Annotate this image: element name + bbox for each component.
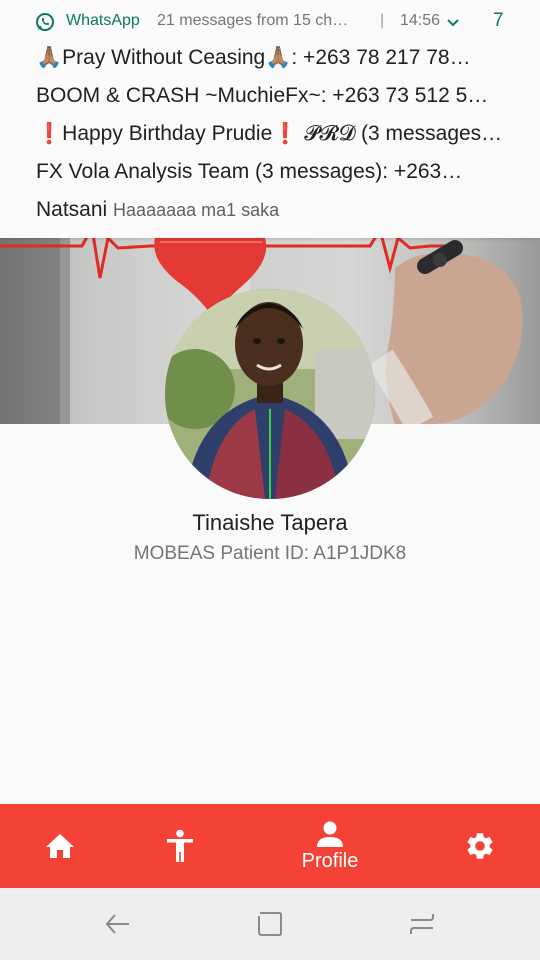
notification-message: 🙏🏽Pray Without Ceasing🙏🏽: +263 78 217 78… xyxy=(36,46,471,69)
nav-home[interactable] xyxy=(20,804,100,888)
nav-accessibility[interactable] xyxy=(140,804,220,888)
profile-photo xyxy=(165,289,375,499)
exclamation-icon: ❗ xyxy=(36,122,63,145)
message-body: Haaaaaaa ma1 saka xyxy=(113,200,280,220)
app-screen: WhatsApp 21 messages from 15 ch… | 14:56… xyxy=(0,0,540,960)
profile-avatar[interactable] xyxy=(165,289,375,499)
bottom-navigation: Profile xyxy=(0,804,540,888)
chevron-down-icon[interactable] xyxy=(446,16,460,30)
notification-header: WhatsApp 21 messages from 15 ch… | 14:56… xyxy=(36,10,510,34)
notification-message: BOOM & CRASH ~MuchieFx~: +263 73 512 5… xyxy=(36,84,489,107)
system-navigation-bar xyxy=(0,888,540,960)
accessibility-icon xyxy=(167,829,193,862)
recent-apps-icon[interactable] xyxy=(406,908,438,940)
message-text: Happy Birthday Prudie xyxy=(62,122,273,145)
notification-message: FX Vola Analysis Team (3 messages): +263… xyxy=(36,160,463,183)
notification-time: 14:56 xyxy=(400,12,441,29)
person-icon xyxy=(317,821,343,847)
home-icon xyxy=(46,834,74,858)
nav-profile-label: Profile xyxy=(301,849,359,872)
exclamation-icon: ❗ xyxy=(272,122,299,145)
whatsapp-icon xyxy=(36,13,54,31)
back-arrow-icon[interactable] xyxy=(102,908,134,940)
header-separator: | xyxy=(380,12,385,29)
message-text: 𝓟𝓡𝓓 (3 messages… xyxy=(298,122,503,145)
nav-profile[interactable]: Profile xyxy=(280,804,380,888)
message-sender: Natsani xyxy=(36,198,108,221)
whatsapp-notification[interactable]: WhatsApp 21 messages from 15 ch… | 14:56… xyxy=(0,0,540,238)
home-square-icon[interactable] xyxy=(254,908,286,940)
notification-message: Natsani Haaaaaaa ma1 saka xyxy=(36,198,516,222)
gear-icon xyxy=(467,833,493,859)
profile-name: Tinaishe Tapera xyxy=(192,510,348,535)
nav-settings[interactable] xyxy=(440,804,520,888)
notification-app-name: WhatsApp xyxy=(66,12,140,29)
notification-summary: 21 messages from 15 ch… xyxy=(157,12,349,29)
notification-message: ❗Happy Birthday Prudie❗ 𝓟𝓡𝓓 (3 messages… xyxy=(36,122,516,146)
notification-count: 7 xyxy=(493,10,504,31)
patient-id: MOBEAS Patient ID: A1P1JDK8 xyxy=(133,543,407,564)
